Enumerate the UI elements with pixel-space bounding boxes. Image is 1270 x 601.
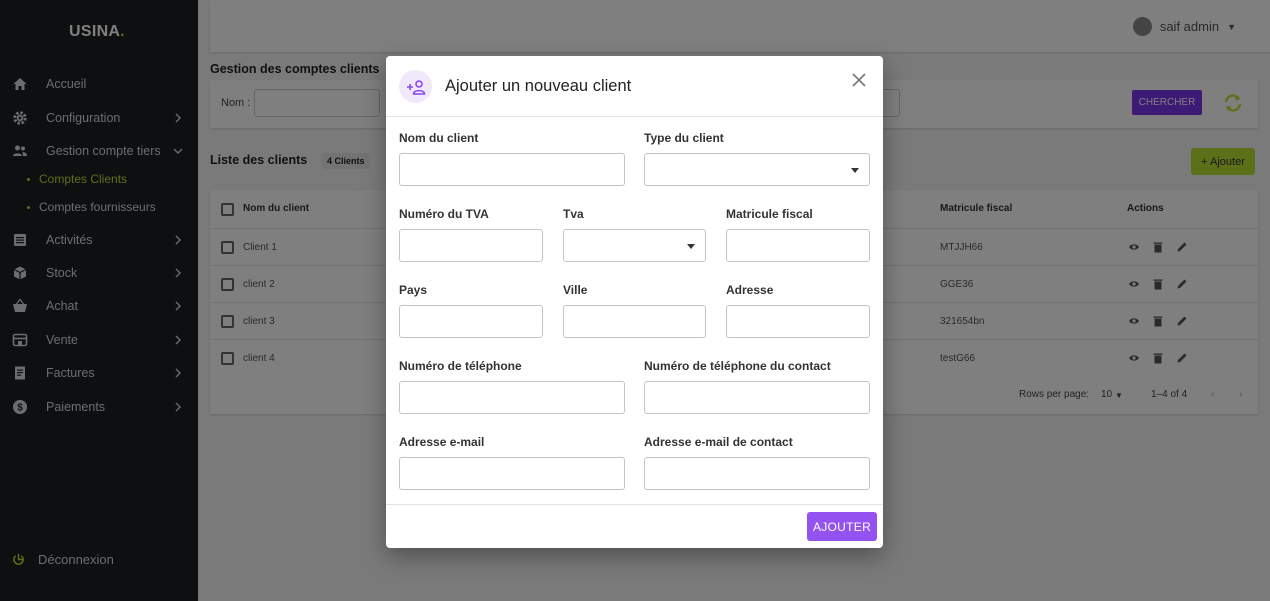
telephone-label: Numéro de téléphone <box>399 359 522 373</box>
telephone-contact-label: Numéro de téléphone du contact <box>644 359 831 373</box>
pays-input[interactable] <box>399 305 543 338</box>
ville-input[interactable] <box>563 305 706 338</box>
submit-button[interactable]: AJOUTER <box>807 512 877 541</box>
tva-label: Tva <box>563 207 584 221</box>
nom-client-input[interactable] <box>399 153 625 186</box>
adresse-input[interactable] <box>726 305 870 338</box>
nom-client-label: Nom du client <box>399 131 479 145</box>
adresse-label: Adresse <box>726 283 774 297</box>
telephone-input[interactable] <box>399 381 625 414</box>
tva-select[interactable] <box>563 229 706 262</box>
dropdown-arrow-icon <box>851 168 859 173</box>
email-input[interactable] <box>399 457 625 490</box>
dialog-header: Ajouter un nouveau client <box>386 56 883 117</box>
dialog-title: Ajouter un nouveau client <box>445 77 632 95</box>
add-person-icon <box>399 70 432 103</box>
close-icon[interactable] <box>851 72 867 88</box>
telephone-contact-input[interactable] <box>644 381 870 414</box>
ville-label: Ville <box>563 283 588 297</box>
email-label: Adresse e-mail <box>399 435 485 449</box>
pays-label: Pays <box>399 283 428 297</box>
matricule-fiscal-input[interactable] <box>726 229 870 262</box>
add-client-dialog: Ajouter un nouveau client Nom du client … <box>386 56 883 548</box>
type-client-label: Type du client <box>644 131 724 145</box>
email-contact-input[interactable] <box>644 457 870 490</box>
type-client-select[interactable] <box>644 153 870 186</box>
email-contact-label: Adresse e-mail de contact <box>644 435 793 449</box>
numero-tva-label: Numéro du TVA <box>399 207 489 221</box>
matricule-fiscal-label: Matricule fiscal <box>726 207 813 221</box>
dropdown-arrow-icon <box>687 244 695 249</box>
numero-tva-input[interactable] <box>399 229 543 262</box>
